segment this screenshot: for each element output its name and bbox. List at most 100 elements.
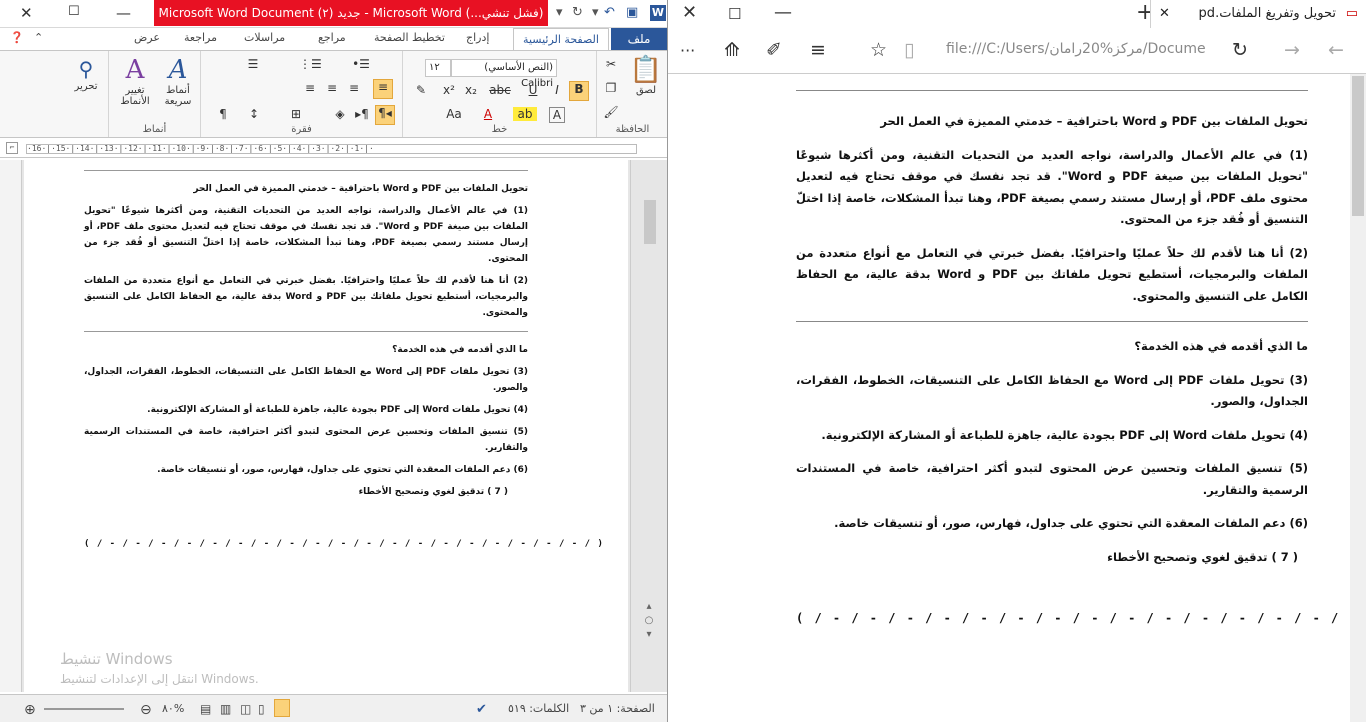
char-border-icon[interactable]: A	[549, 107, 565, 123]
browse-buttons[interactable]: ▴ ○ ▾	[642, 600, 656, 642]
change-styles-button[interactable]: A تغيير الأنماط	[113, 55, 157, 107]
print-layout-icon[interactable]	[274, 699, 290, 717]
format-painter-icon[interactable]: 🖌	[603, 105, 619, 119]
pdf-item-7: ( 7 ) تدقيق لغوي وتصحيح الأخطاء	[1107, 549, 1298, 564]
close-tab-icon[interactable]: ✕	[1159, 0, 1170, 28]
ltr-icon[interactable]: ▸¶	[353, 107, 371, 121]
tab-page-layout[interactable]: تخطيط الصفحة	[374, 31, 445, 44]
reading-view-icon[interactable]: ▯	[258, 702, 265, 716]
copy-icon[interactable]: ❐	[603, 81, 619, 95]
quick-styles-label: أنماط سريعة	[164, 85, 192, 107]
vertical-scrollbar[interactable]: ▴ ○ ▾	[630, 160, 667, 692]
scroll-thumb[interactable]	[644, 200, 656, 244]
zoom-out-icon[interactable]: ⊖	[140, 702, 152, 718]
minimize-window-icon[interactable]: —	[774, 2, 792, 23]
clipboard-group-label: الحافظة	[615, 124, 650, 135]
more-icon[interactable]: ···	[680, 41, 695, 60]
forward-icon[interactable]: →	[1284, 39, 1300, 61]
center-icon[interactable]: ≡	[345, 81, 363, 95]
document-area: تحويل الملفات بين PDF و Word باحترافية –…	[0, 160, 667, 692]
page-count[interactable]: الصفحة: ١ من ٣	[580, 702, 655, 715]
refresh-icon[interactable]: ↻	[1232, 39, 1248, 61]
help-icon[interactable]: ❓	[10, 31, 24, 44]
strikethrough-icon[interactable]: abc	[487, 83, 513, 97]
minimize-icon[interactable]: —	[116, 4, 131, 22]
redo-icon[interactable]: ↻	[572, 5, 583, 20]
rtl-icon[interactable]: ¶◂	[375, 105, 395, 125]
zoom-in-icon[interactable]: ⊕	[24, 702, 36, 718]
maximize-icon[interactable]: ☐	[68, 4, 80, 19]
notes-icon[interactable]: ✐	[766, 39, 782, 61]
pdf-scrollbar[interactable]	[1350, 74, 1366, 722]
clear-format-icon[interactable]: ✎	[413, 83, 429, 97]
reading-view-icon[interactable]: ▯	[904, 39, 914, 61]
activation-watermark-text: انتقل إلى الإعدادات لتنشيط Windows.	[60, 672, 259, 686]
pdf-item-6: (6) دعم الملفات المعقدة التي تحتوي على ج…	[834, 516, 1308, 530]
undo-icon[interactable]: ↶	[604, 5, 615, 20]
font-name-field[interactable]: (النص الأساسي) Calibri	[451, 59, 557, 89]
underline-icon[interactable]: U	[525, 83, 541, 97]
ruler-scale: ·16·|·15·|·14·|·13·|·12·|·11·|·10·|·9·|·…	[26, 144, 637, 154]
back-icon[interactable]: ←	[1328, 39, 1344, 61]
font-size-field[interactable]: ١٢	[425, 59, 451, 77]
word-count[interactable]: الكلمات: ٥١٩	[508, 702, 569, 715]
hub-icon[interactable]: ≡	[810, 39, 826, 61]
font-color-icon[interactable]: A	[479, 107, 497, 121]
close-icon[interactable]: ✕	[20, 4, 33, 22]
document-page[interactable]: تحويل الملفات بين PDF و Word باحترافية –…	[24, 160, 628, 692]
quick-styles-button[interactable]: A أنماط سريعة	[157, 55, 199, 107]
pilcrow-icon[interactable]: ¶	[215, 107, 231, 121]
bullets-icon[interactable]: •☰	[351, 57, 371, 71]
close-window-icon[interactable]: ✕	[682, 2, 697, 23]
highlight-icon[interactable]: ab	[513, 107, 537, 121]
minimize-ribbon-icon[interactable]: ⌃	[34, 31, 43, 44]
proofing-icon[interactable]: ✔	[476, 702, 487, 717]
numbering-icon[interactable]: ⋮☰	[299, 57, 322, 71]
tab-insert[interactable]: إدراج	[466, 31, 489, 44]
change-case-icon[interactable]: Aa	[441, 107, 467, 121]
tab-selector[interactable]: ⌐	[6, 142, 18, 154]
share-icon[interactable]: ⟰	[724, 39, 740, 61]
font-group-label: خط	[491, 124, 508, 135]
ribbon-tabs: ❓ ⌃ عرض مراجعة مراسلات مراجع تخطيط الصفح…	[0, 28, 667, 50]
doc-item-3: (3) تحويل ملفات PDF إلى Word مع الحفاظ ا…	[84, 367, 528, 393]
borders-icon[interactable]: ⊞	[287, 107, 305, 121]
align-left-icon[interactable]: ≡	[323, 81, 341, 95]
italic-icon[interactable]: I	[549, 83, 565, 97]
tab-references[interactable]: مراجع	[318, 31, 346, 44]
tab-review[interactable]: مراجعة	[184, 31, 217, 44]
superscript-icon[interactable]: x²	[441, 83, 457, 97]
document-content: تحويل الملفات بين PDF و Word باحترافية –…	[84, 170, 603, 552]
paste-button[interactable]: 📋 لصق	[627, 55, 665, 96]
zoom-slider[interactable]	[44, 708, 124, 710]
shading-icon[interactable]: ◈	[331, 107, 349, 121]
zoom-level[interactable]: ٨٠%	[162, 702, 184, 715]
outline-view-icon[interactable]: ▥	[220, 702, 231, 716]
align-right-icon[interactable]: ≡	[373, 79, 393, 99]
paragraph-group-label: فقرة	[291, 124, 312, 135]
editing-button[interactable]: ⚲ تحرير	[66, 57, 106, 92]
maximize-window-icon[interactable]: ☐	[728, 5, 741, 23]
favorite-star-icon[interactable]: ☆	[870, 39, 887, 61]
subscript-icon[interactable]: x₂	[463, 83, 479, 97]
web-layout-icon[interactable]: ◫	[240, 702, 251, 716]
justify-icon[interactable]: ≡	[301, 81, 319, 95]
customize-quick-access-icon[interactable]: ▾	[556, 5, 563, 20]
save-icon[interactable]: ▣	[626, 5, 638, 20]
pdf-scroll-thumb[interactable]	[1352, 76, 1364, 216]
bold-icon[interactable]: B	[569, 81, 589, 101]
sort-icon[interactable]: ↕	[245, 107, 263, 121]
undo-dropdown-icon[interactable]: ▾	[592, 5, 599, 20]
draft-view-icon[interactable]: ▤	[200, 702, 211, 716]
tab-file[interactable]: ملف	[611, 28, 667, 50]
pdf-viewer[interactable]: تحويل الملفات بين PDF و Word باحترافية –…	[668, 74, 1366, 722]
tab-view[interactable]: عرض	[134, 31, 160, 44]
cut-icon[interactable]: ✂	[603, 57, 619, 71]
tab-mailings[interactable]: مراسلات	[244, 31, 285, 44]
horizontal-ruler[interactable]: ⌐ ·16·|·15·|·14·|·13·|·12·|·11·|·10·|·9·…	[0, 138, 667, 158]
multilevel-list-icon[interactable]: ☰	[243, 57, 263, 71]
url-field[interactable]: file:///C:/Users/مركز%20رامان/Documents/…	[946, 41, 1206, 57]
browser-tab[interactable]: ▭ تحويل وتفريغ الملفات.pd ✕	[1150, 0, 1366, 28]
tab-home[interactable]: الصفحة الرئيسية	[513, 28, 609, 50]
pdf-title: تحويل الملفات بين PDF و Word باحترافية –…	[880, 114, 1308, 128]
